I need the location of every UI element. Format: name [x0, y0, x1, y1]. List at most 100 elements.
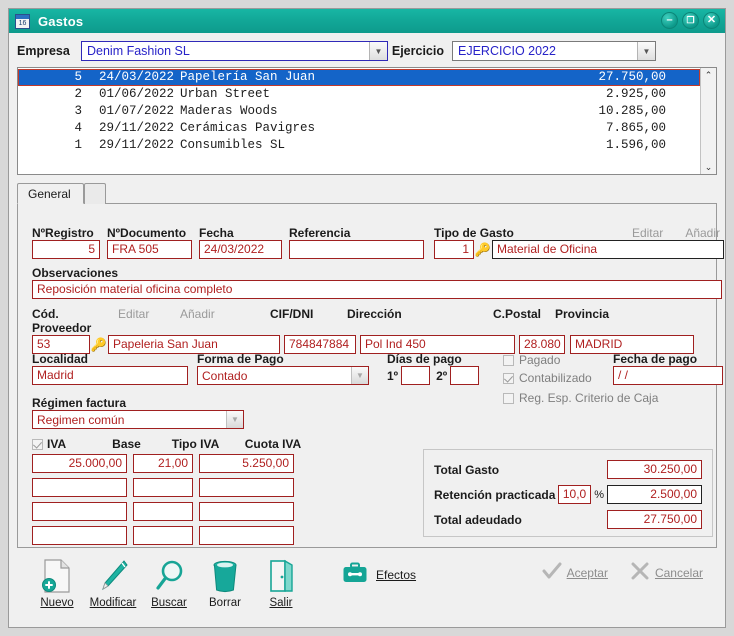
tipogasto-editar-link[interactable]: Editar	[632, 226, 663, 240]
iva-base-input[interactable]	[32, 526, 127, 545]
efectos-button[interactable]: Efectos	[342, 562, 416, 587]
row-num: 3	[74, 104, 82, 118]
nuevo-button[interactable]: Nuevo	[29, 554, 85, 609]
referencia-label: Referencia	[289, 226, 351, 240]
percent-symbol: %	[594, 488, 604, 501]
iva-tipo-input[interactable]: 21,00	[133, 454, 193, 473]
efectos-label: Efectos	[376, 567, 417, 582]
nregistro-input[interactable]: 5	[32, 240, 100, 259]
empresa-select[interactable]: Denim Fashion SL ▼	[81, 41, 388, 61]
magnifier-search-icon	[153, 554, 185, 594]
total-adeudado-row: Total adeudado 27.750,00	[434, 510, 702, 529]
iva-tipo-input[interactable]	[133, 526, 193, 545]
fechapago-input[interactable]: / /	[613, 366, 723, 385]
proveedor-anadir-link[interactable]: Añadir	[180, 307, 270, 321]
total-gasto-row: Total Gasto 30.250,00	[434, 460, 702, 479]
diaspago-1-label: 1º	[387, 368, 399, 383]
table-row[interactable]: 1 29/11/2022 Consumibles SL 1.596,00	[18, 137, 700, 154]
retencion-pct-input[interactable]: 10,0	[558, 485, 592, 504]
modificar-button[interactable]: Modificar	[85, 554, 141, 609]
gastos-list[interactable]: 5 24/03/2022 Papelería San Juan 27.750,0…	[17, 67, 717, 175]
ndocumento-input[interactable]: FRA 505	[107, 240, 192, 259]
cancelar-button[interactable]: Cancelar	[630, 562, 703, 583]
new-document-icon	[42, 554, 72, 594]
general-panel: NºRegistro 5 NºDocumento FRA 505 Fecha 2…	[17, 203, 724, 548]
table-row[interactable]: 2 01/06/2022 Urban Street 2.925,00	[18, 86, 700, 103]
row-amount: 27.750,00	[598, 70, 666, 84]
regimen-group: Régimen factura Regimen común ▼	[32, 396, 244, 429]
chevron-down-icon[interactable]: ▼	[369, 42, 387, 60]
iva-base-input[interactable]: 25.000,00	[32, 454, 127, 473]
tipogasto-name-input[interactable]: Material de Oficina	[492, 240, 724, 259]
salir-label: Salir	[269, 597, 293, 609]
buscar-button[interactable]: Buscar	[141, 554, 197, 609]
scroll-up-icon[interactable]: ⌃	[702, 68, 716, 82]
row-amount: 7.865,00	[605, 121, 666, 135]
tipogasto-code-input[interactable]: 1	[434, 240, 474, 259]
table-row[interactable]: 4 29/11/2022 Cerámicas Pavigres 7.865,00	[18, 120, 700, 137]
list-scrollbar[interactable]: ⌃ ⌄	[700, 68, 716, 174]
key-search-icon[interactable]: 🔑	[474, 240, 492, 259]
pen-edit-icon	[96, 554, 130, 594]
diaspago-1-input[interactable]	[401, 366, 431, 385]
app-calendar-16-icon: 16	[15, 13, 30, 29]
minimize-icon[interactable]: –	[661, 12, 678, 29]
row-amount: 2.925,00	[605, 87, 666, 101]
tipoiva-label: Tipo IVA	[171, 437, 220, 451]
diaspago-2-input[interactable]	[450, 366, 480, 385]
chevron-down-icon[interactable]: ▼	[226, 411, 243, 428]
cpostal-label: C.Postal	[493, 307, 542, 321]
observaciones-input[interactable]: Reposición material oficina completo	[32, 280, 722, 299]
referencia-input[interactable]	[289, 240, 424, 259]
formapago-select[interactable]: Contado ▼	[197, 366, 369, 385]
chevron-down-icon[interactable]: ▼	[637, 42, 655, 60]
proveedor-editar-link[interactable]: Editar	[118, 307, 180, 321]
regespcaja-checkbox[interactable]: Reg. Esp. Criterio de Caja	[503, 390, 658, 406]
aceptar-button[interactable]: Aceptar	[542, 562, 608, 583]
provincia-label: Provincia	[555, 307, 610, 321]
close-icon[interactable]: ✕	[703, 12, 720, 29]
total-gasto-value: 30.250,00	[607, 460, 702, 479]
gastos-list-rows: 5 24/03/2022 Papelería San Juan 27.750,0…	[18, 68, 700, 174]
iva-row: 25.000,00 21,00 5.250,00	[32, 454, 318, 473]
iva-cuota-input[interactable]	[199, 526, 294, 545]
ndocumento-label: NºDocumento	[107, 226, 187, 240]
header-selectors: Empresa Denim Fashion SL ▼ Ejercicio EJE…	[17, 39, 717, 63]
iva-cuota-input[interactable]: 5.250,00	[199, 454, 294, 473]
iva-cuota-input[interactable]	[199, 478, 294, 497]
formapago-value: Contado	[202, 368, 248, 383]
fecha-input[interactable]: 24/03/2022	[199, 240, 282, 259]
regimen-select[interactable]: Regimen común ▼	[32, 410, 244, 429]
totales-box: Total Gasto 30.250,00 Retención practica…	[423, 449, 713, 537]
table-row[interactable]: 3 01/07/2022 Maderas Woods 10.285,00	[18, 103, 700, 120]
base-label: Base	[112, 437, 141, 451]
iva-base-input[interactable]	[32, 502, 127, 521]
observaciones-label: Observaciones	[32, 266, 119, 280]
observaciones-group: Observaciones Reposición material oficin…	[32, 266, 722, 299]
row-name: Cerámicas Pavigres	[180, 121, 316, 135]
formapago-label: Forma de Pago	[197, 352, 284, 366]
maximize-icon[interactable]: ❐	[682, 12, 699, 29]
borrar-button[interactable]: Borrar	[197, 554, 253, 609]
total-adeudado-value: 27.750,00	[607, 510, 702, 529]
iva-row	[32, 526, 318, 545]
localidad-input[interactable]: Madrid	[32, 366, 188, 385]
proveedor-label: Cód. Proveedor	[32, 307, 92, 335]
iva-tipo-input[interactable]	[133, 478, 193, 497]
fechapago-group: Fecha de pago / /	[613, 352, 723, 385]
salir-button[interactable]: Salir	[253, 554, 309, 609]
tipogasto-anadir-link[interactable]: Añadir	[685, 226, 720, 240]
tab-placeholder	[83, 183, 106, 204]
table-row[interactable]: 5 24/03/2022 Papelería San Juan 27.750,0…	[18, 69, 700, 86]
row-date: 01/06/2022	[98, 87, 174, 101]
iva-tipo-input[interactable]	[133, 502, 193, 521]
scroll-down-icon[interactable]: ⌄	[702, 160, 716, 174]
tab-general[interactable]: General	[17, 183, 84, 204]
iva-base-input[interactable]	[32, 478, 127, 497]
iva-checkbox[interactable]	[32, 438, 43, 450]
regimen-label: Régimen factura	[32, 396, 127, 410]
ejercicio-select[interactable]: EJERCICIO 2022 ▼	[452, 41, 656, 61]
iva-cuota-input[interactable]	[199, 502, 294, 521]
chevron-down-icon[interactable]: ▼	[351, 367, 368, 384]
row-date: 01/07/2022	[98, 104, 174, 118]
